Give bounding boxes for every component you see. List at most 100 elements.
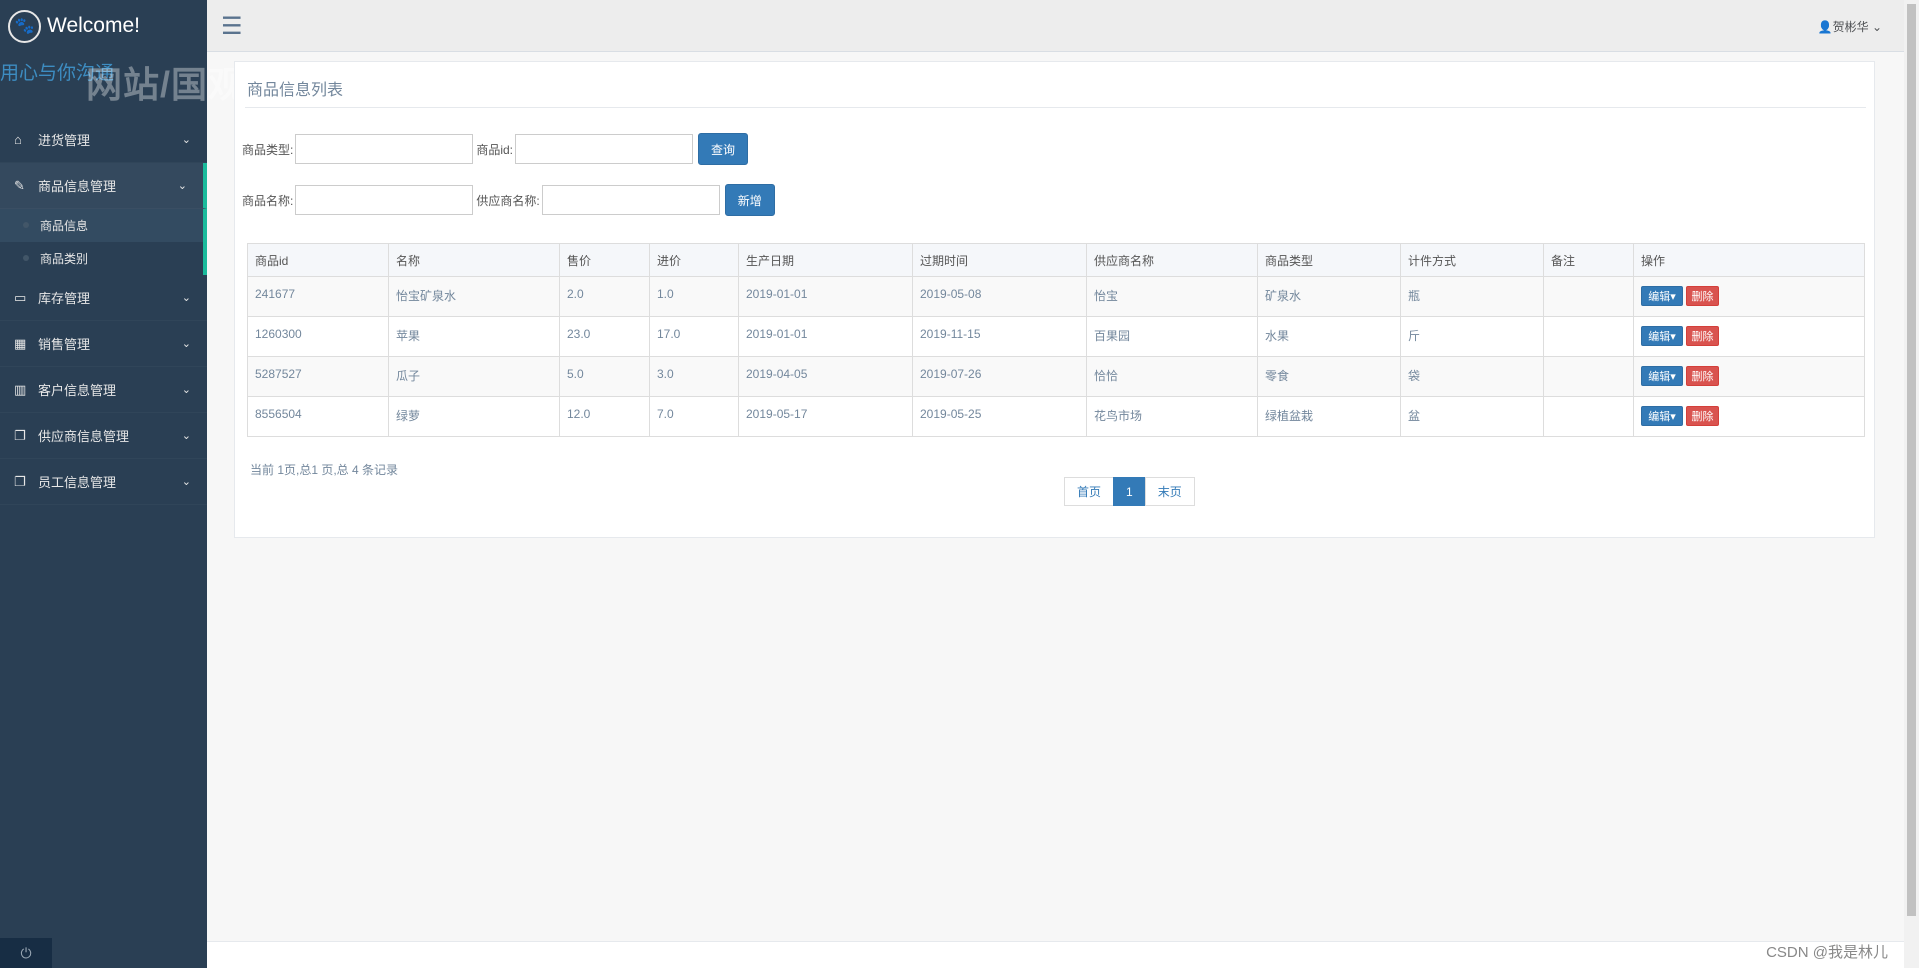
goods-type-input[interactable] <box>295 134 474 164</box>
sidebar-menu: ⌂ 进货管理 ⌄ ✎ 商品信息管理 ⌄ 商品信息 商品类别 ▭ 库存管理 ⌄ ▦… <box>0 117 207 505</box>
delete-button[interactable]: 删除 <box>1686 286 1719 306</box>
top-navbar: ☰ 👤贺彬华 ⌄ <box>207 0 1904 52</box>
add-button[interactable]: 新增 <box>724 184 775 216</box>
logout-button[interactable]: ⏻ <box>0 938 52 968</box>
supplier-name-input[interactable] <box>541 185 720 215</box>
first-page-button[interactable]: 首页 <box>1064 477 1115 506</box>
goods-type-label: 商品类型: <box>242 142 294 157</box>
cell-remark <box>1543 356 1634 397</box>
table-row: 241677 怡宝矿泉水 2.0 1.0 2019-01-01 2019-05-… <box>247 276 1865 317</box>
column-header: 生产日期 <box>738 243 913 277</box>
goods-list-panel: 商品信息列表 商品类型: 商品id: 查询 商品名称: 供应商名称: 新增 商品… <box>234 61 1875 538</box>
sidebar-item-goods[interactable]: ✎ 商品信息管理 ⌄ <box>0 163 207 209</box>
copy-icon: ❐ <box>14 473 26 489</box>
cell-price: 23.0 <box>559 316 650 357</box>
cell-production-date: 2019-01-01 <box>738 316 913 357</box>
cell-production-date: 2019-05-17 <box>738 396 913 437</box>
edit-dropdown-button[interactable]: 编辑 ▾ <box>1641 406 1683 426</box>
column-header: 进价 <box>649 243 739 277</box>
cell-expiry-date: 2019-11-15 <box>912 316 1087 357</box>
cell-id: 5287527 <box>247 356 389 397</box>
sidebar-item-label: 客户信息管理 <box>38 383 117 398</box>
cell-type: 水果 <box>1257 316 1401 357</box>
edit-dropdown-button[interactable]: 编辑 ▾ <box>1641 366 1683 386</box>
cell-actions: 编辑 ▾ 删除 <box>1633 316 1865 357</box>
page-scrollbar[interactable] <box>1904 0 1919 968</box>
column-header: 商品id <box>247 243 389 277</box>
sidebar-item-customers[interactable]: ▥ 客户信息管理 ⌄ <box>0 367 207 413</box>
cell-unit: 盆 <box>1400 396 1544 437</box>
cell-cost: 3.0 <box>649 356 739 397</box>
goods-id-label: 商品id: <box>476 142 514 157</box>
edit-dropdown-button[interactable]: 编辑 ▾ <box>1641 326 1683 346</box>
user-name: 贺彬华 <box>1832 20 1869 34</box>
sidebar-item-inventory[interactable]: ▭ 库存管理 ⌄ <box>0 275 207 321</box>
cell-unit: 瓶 <box>1400 276 1544 317</box>
cell-unit: 袋 <box>1400 356 1544 397</box>
cell-name: 苹果 <box>388 316 560 357</box>
goods-name-input[interactable] <box>295 185 474 215</box>
sidebar-item-employees[interactable]: ❐ 员工信息管理 ⌄ <box>0 459 207 505</box>
submenu-item-goods-category[interactable]: 商品类别 <box>0 242 203 275</box>
edit-dropdown-button[interactable]: 编辑 ▾ <box>1641 286 1683 306</box>
chevron-down-icon: ⌄ <box>1868 20 1882 34</box>
delete-button[interactable]: 删除 <box>1686 366 1719 386</box>
sidebar-item-label: 供应商信息管理 <box>38 429 130 444</box>
goods-name-label: 商品名称: <box>242 193 294 208</box>
column-header: 售价 <box>559 243 650 277</box>
pagination: 首页 1 末页 <box>1064 477 1195 506</box>
user-icon: 👤 <box>1817 20 1833 34</box>
chevron-down-icon: ⌄ <box>181 476 191 488</box>
sidebar: 🐾 Welcome! 用心与你沟通 网站/国观宗 ⌂ 进货管理 ⌄ ✎ 商品信息… <box>0 0 281 968</box>
submenu-item-goods-info[interactable]: 商品信息 <box>0 209 203 242</box>
search-row-1: 商品类型: 商品id: 查询 <box>242 133 749 165</box>
delete-button[interactable]: 删除 <box>1686 326 1719 346</box>
sidebar-item-suppliers[interactable]: ❐ 供应商信息管理 ⌄ <box>0 413 207 459</box>
table-row: 8556504 绿萝 12.0 7.0 2019-05-17 2019-05-2… <box>247 396 1865 437</box>
sidebar-item-sales[interactable]: ▦ 销售管理 ⌄ <box>0 321 207 367</box>
query-button[interactable]: 查询 <box>698 133 749 165</box>
cell-expiry-date: 2019-05-08 <box>912 276 1087 317</box>
brand[interactable]: 🐾 Welcome! <box>0 0 207 52</box>
cell-id: 8556504 <box>247 396 389 437</box>
user-menu[interactable]: 👤贺彬华 ⌄ <box>1818 18 1882 35</box>
page-title: 商品信息列表 <box>247 82 344 99</box>
column-header: 操作 <box>1633 243 1865 277</box>
monitor-icon: ▭ <box>14 289 27 305</box>
chevron-down-icon: ⌄ <box>181 384 191 396</box>
edit-label: 编辑 <box>1648 291 1671 303</box>
sidebar-item-label: 库存管理 <box>38 291 91 306</box>
cell-price: 5.0 <box>559 356 650 397</box>
cell-actions: 编辑 ▾ 删除 <box>1633 396 1865 437</box>
sidebar-item-label: 商品信息管理 <box>38 179 117 194</box>
cell-expiry-date: 2019-07-26 <box>912 356 1087 397</box>
edit-label: 编辑 <box>1648 411 1671 423</box>
chevron-down-icon: ⌄ <box>181 430 191 442</box>
column-header: 备注 <box>1543 243 1634 277</box>
cell-supplier: 恰恰 <box>1086 356 1258 397</box>
cell-name: 怡宝矿泉水 <box>388 276 560 317</box>
cell-type: 零食 <box>1257 356 1401 397</box>
csdn-watermark: CSDN @我是林儿 <box>1766 944 1888 961</box>
cell-production-date: 2019-04-05 <box>738 356 913 397</box>
menu-toggle-icon[interactable]: ☰ <box>221 12 243 41</box>
sidebar-item-purchase[interactable]: ⌂ 进货管理 ⌄ <box>0 117 207 163</box>
cell-supplier: 百果园 <box>1086 316 1258 357</box>
goods-table: 商品id 名称 售价 进价 生产日期 过期时间 供应商名称 商品类型 计件方式 … <box>247 243 1865 437</box>
brand-title: Welcome! <box>47 14 140 37</box>
search-row-2: 商品名称: 供应商名称: 新增 <box>242 184 775 216</box>
scrollbar-thumb[interactable] <box>1907 4 1916 916</box>
edit-icon: ✎ <box>14 177 25 193</box>
page-1-button[interactable]: 1 <box>1113 477 1146 506</box>
goods-id-input[interactable] <box>515 134 694 164</box>
delete-button[interactable]: 删除 <box>1686 406 1719 426</box>
sidebar-item-label: 进货管理 <box>38 133 91 148</box>
table-icon: ▦ <box>14 335 27 351</box>
last-page-button[interactable]: 末页 <box>1144 477 1195 506</box>
cell-production-date: 2019-01-01 <box>738 276 913 317</box>
edit-label: 编辑 <box>1648 371 1671 383</box>
edit-label: 编辑 <box>1648 331 1671 343</box>
pagination-info: 当前 1页,总1 页,总 4 条记录 <box>250 463 399 477</box>
column-header: 供应商名称 <box>1086 243 1258 277</box>
cell-id: 241677 <box>247 276 389 317</box>
